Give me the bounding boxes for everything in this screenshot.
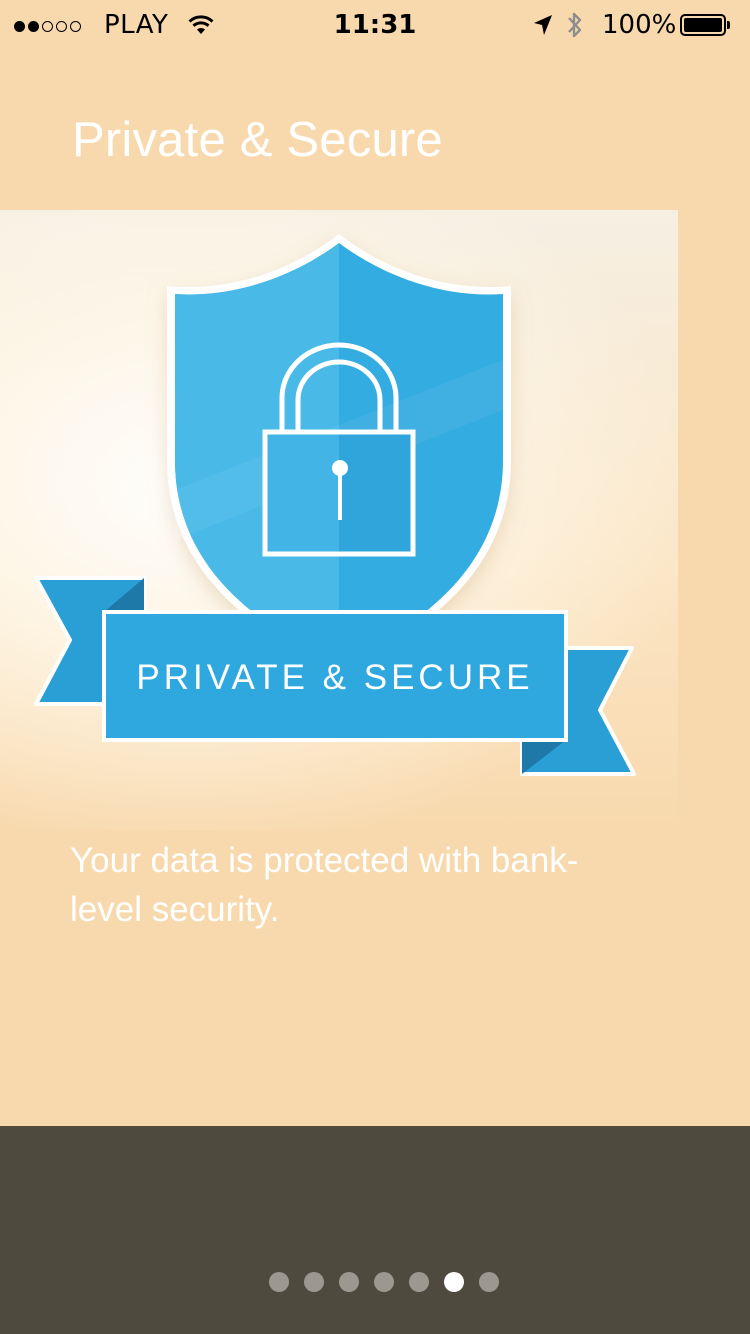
battery-percentage: 100% (602, 10, 677, 40)
page-dot[interactable] (409, 1272, 429, 1292)
page-title: Private & Secure (72, 113, 443, 167)
security-illustration: PRIVATE & SECURE (0, 210, 678, 830)
battery-icon (680, 14, 732, 36)
location-arrow-icon (532, 13, 554, 41)
page-dot[interactable] (374, 1272, 394, 1292)
banner-label: PRIVATE & SECURE (136, 658, 534, 697)
bluetooth-icon (566, 10, 584, 44)
page-dot-active[interactable] (444, 1272, 464, 1292)
page-dot[interactable] (339, 1272, 359, 1292)
status-bar: PLAY 11:31 100% (0, 0, 750, 52)
page-dot[interactable] (269, 1272, 289, 1292)
bottom-bar (0, 1126, 750, 1334)
page-indicator[interactable] (0, 1272, 750, 1292)
onboarding-description: Your data is protected with bank-level s… (70, 841, 579, 929)
page-dot[interactable] (304, 1272, 324, 1292)
page-dot[interactable] (479, 1272, 499, 1292)
